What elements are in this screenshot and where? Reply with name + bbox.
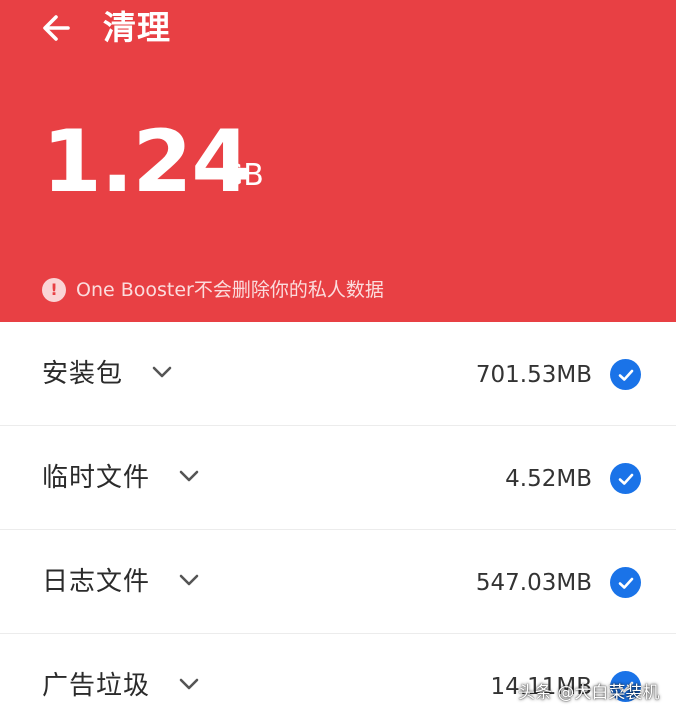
checkbox-checked-icon[interactable] [610,359,641,390]
page-title: 清理 [103,8,171,47]
category-label: 临时文件 [42,463,151,493]
category-row-temp-files[interactable]: 临时文件 4.52MB [0,426,676,530]
category-row-ad-junk[interactable]: 广告垃圾 14.11MB [0,634,676,721]
category-label: 安装包 [42,359,124,389]
category-size: 701.53MB [475,362,592,388]
chevron-down-icon[interactable] [151,364,173,380]
junk-size-value: 1.24 [42,112,251,212]
chevron-down-icon[interactable] [178,572,200,588]
checkbox-checked-icon[interactable] [610,567,641,598]
cleanup-screen: 清理 1.24 GB ! One Booster不会删除你的私人数据 安装包 7… [0,0,676,721]
category-label: 日志文件 [42,567,151,597]
junk-size-unit: GB [220,158,264,193]
privacy-notice: ! One Booster不会删除你的私人数据 [42,276,384,304]
chevron-down-icon[interactable] [178,676,200,692]
checkbox-checked-icon[interactable] [610,463,641,494]
arrow-left-icon [43,15,70,41]
category-size: 4.52MB [505,466,592,492]
junk-category-list: 安装包 701.53MB 临时文件 4.52MB 日志文件 547.03MB 广… [0,322,676,721]
header-banner: 清理 1.24 GB ! One Booster不会删除你的私人数据 [0,0,676,322]
category-row-log-files[interactable]: 日志文件 547.03MB [0,530,676,634]
exclamation-circle-icon: ! [42,278,66,302]
privacy-notice-text: One Booster不会删除你的私人数据 [76,279,384,301]
chevron-down-icon[interactable] [178,468,200,484]
category-label: 广告垃圾 [42,671,151,701]
back-button[interactable] [32,6,80,50]
source-watermark: 头条 @大白菜装机 [518,683,660,703]
category-size: 547.03MB [475,570,592,596]
category-row-apk[interactable]: 安装包 701.53MB [0,322,676,426]
